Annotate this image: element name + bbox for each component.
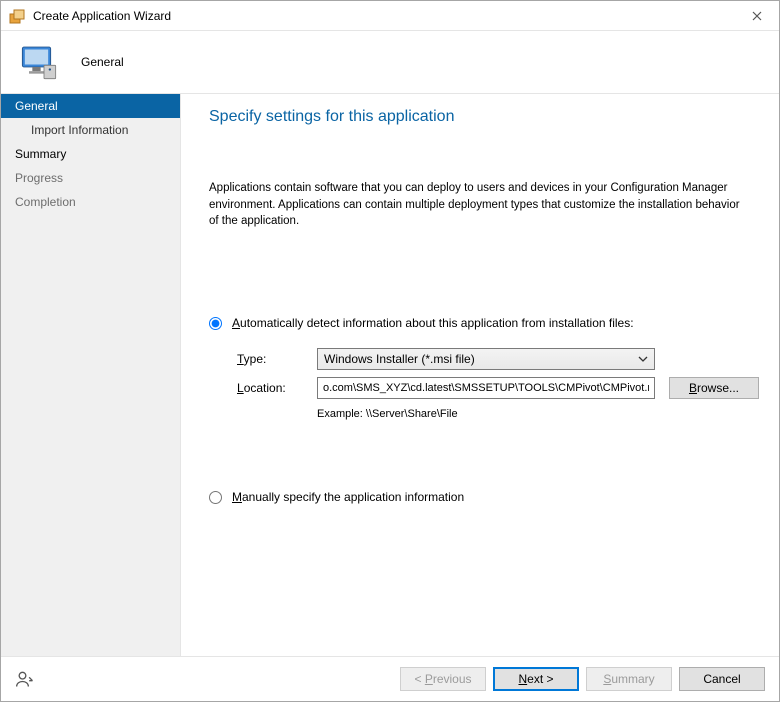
next-button[interactable]: Next > <box>493 667 579 691</box>
type-row: Type: Windows Installer (*.msi file) <box>209 348 761 370</box>
titlebar: Create Application Wizard <box>1 1 779 31</box>
radio-manual[interactable] <box>209 491 222 504</box>
user-icon[interactable] <box>15 669 35 689</box>
sidebar-item-general[interactable]: General <box>1 94 180 118</box>
close-button[interactable] <box>734 1 779 30</box>
radio-auto-detect-label: Automatically detect information about t… <box>232 316 634 330</box>
radio-manual-label: Manually specify the application informa… <box>232 490 464 504</box>
type-combo[interactable]: Windows Installer (*.msi file) <box>317 348 655 370</box>
location-label: Location: <box>237 381 317 395</box>
main-area: General Import Information Summary Progr… <box>1 93 779 656</box>
option-auto-detect[interactable]: Automatically detect information about t… <box>209 316 761 330</box>
footer: < Previous Next > Summary Cancel <box>1 656 779 701</box>
wizard-window: Create Application Wizard General Genera… <box>0 0 780 702</box>
type-label: Type: <box>237 352 317 366</box>
location-input[interactable] <box>317 377 655 399</box>
option-manual[interactable]: Manually specify the application informa… <box>209 490 761 504</box>
page-title: Specify settings for this application <box>209 108 761 126</box>
page-description: Applications contain software that you c… <box>209 180 761 230</box>
previous-button: < Previous <box>400 667 486 691</box>
window-title: Create Application Wizard <box>33 9 734 23</box>
sidebar: General Import Information Summary Progr… <box>1 94 181 656</box>
location-row: Location: Browse... <box>209 377 761 399</box>
content: Specify settings for this application Ap… <box>181 94 779 656</box>
monitor-icon <box>19 42 59 82</box>
browse-button[interactable]: Browse... <box>669 377 759 399</box>
radio-auto-detect[interactable] <box>209 317 222 330</box>
sidebar-item-summary[interactable]: Summary <box>1 142 180 166</box>
chevron-down-icon <box>638 353 648 367</box>
banner-title: General <box>81 55 124 69</box>
type-value: Windows Installer (*.msi file) <box>324 352 475 366</box>
banner: General <box>1 31 779 93</box>
example-text: Example: \\Server\Share\File <box>209 408 761 420</box>
sidebar-item-import-information[interactable]: Import Information <box>1 118 180 142</box>
sidebar-item-progress[interactable]: Progress <box>1 166 180 190</box>
summary-button: Summary <box>586 667 672 691</box>
app-icon <box>9 8 25 24</box>
cancel-button[interactable]: Cancel <box>679 667 765 691</box>
sidebar-item-completion[interactable]: Completion <box>1 190 180 214</box>
